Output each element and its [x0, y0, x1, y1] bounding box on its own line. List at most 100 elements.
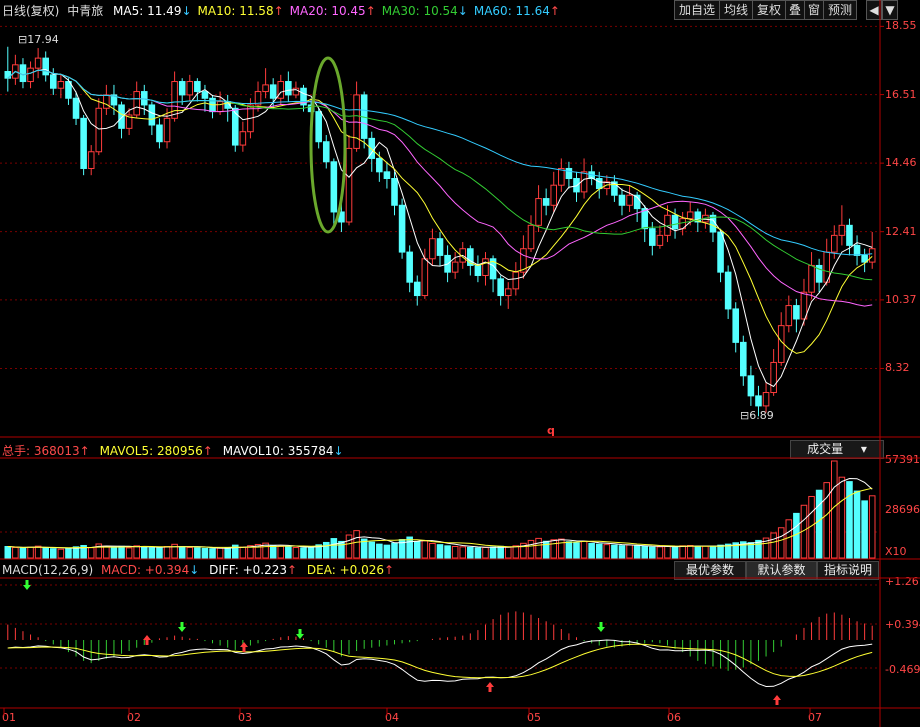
candle-body: [580, 171, 588, 193]
candle-body: [474, 264, 482, 276]
volume-bar: [444, 545, 451, 559]
volume-bar: [497, 545, 504, 559]
volume-bar: [178, 546, 186, 559]
volume-bar: [838, 476, 846, 559]
candle-body: [755, 395, 762, 407]
candle-body: [216, 101, 224, 113]
candle-body: [724, 271, 732, 310]
candle-body: [178, 81, 186, 96]
stock-chart[interactable]: [0, 0, 920, 727]
candle-body: [740, 341, 747, 377]
candle-body: [148, 104, 156, 126]
candle-body: [239, 131, 247, 146]
candle-body: [451, 261, 459, 273]
volume-bar: [224, 547, 231, 559]
volume-bar: [110, 546, 118, 559]
candle-body: [163, 117, 171, 143]
volume-bar: [103, 545, 110, 559]
candle-body: [808, 264, 815, 293]
volume-bar: [823, 482, 831, 559]
volume-bar: [785, 519, 793, 559]
volume-bar: [34, 545, 42, 559]
candle-body: [103, 94, 110, 109]
volume-bar: [436, 544, 444, 559]
volume-ma10-line: [7, 487, 873, 549]
candle-body: [49, 74, 57, 89]
ma5-line: [7, 68, 873, 388]
volume-bar: [535, 537, 542, 559]
candle-body: [429, 238, 436, 260]
volume-bar: [140, 546, 148, 559]
volume-bar: [467, 546, 474, 559]
volume-bar: [285, 546, 292, 559]
volume-bar: [12, 547, 19, 559]
volume-bar: [489, 546, 497, 559]
volume-bar: [413, 541, 421, 559]
candle-body: [391, 178, 398, 206]
sell-signal-icon: [597, 622, 605, 632]
volume-bar: [148, 547, 156, 559]
sell-signal-icon: [23, 580, 31, 590]
candle-body: [482, 258, 489, 276]
volume-bar: [861, 500, 868, 559]
diff-line: [7, 639, 873, 688]
volume-bar: [194, 547, 201, 559]
volume-bar: [633, 545, 641, 559]
volume-ma5-line: [7, 477, 873, 549]
candle-body: [785, 305, 793, 327]
candle-body: [550, 184, 558, 206]
candle-body: [595, 178, 603, 190]
volume-bar: [376, 543, 383, 559]
candle-body: [747, 375, 755, 397]
volume-bar: [125, 547, 133, 559]
sell-signal-icon: [296, 629, 304, 639]
volume-bar: [595, 543, 603, 559]
candle-body: [315, 111, 322, 143]
candle-body: [421, 258, 429, 297]
candle-body: [626, 194, 633, 206]
volume-bar: [770, 532, 777, 559]
candle-body: [398, 204, 406, 253]
volume-bar: [846, 481, 853, 559]
candle-body: [777, 325, 785, 363]
candle-body: [34, 57, 42, 69]
volume-bar: [868, 495, 876, 559]
dea-line: [7, 643, 873, 679]
volume-bar: [87, 547, 95, 559]
candle-body: [345, 147, 353, 223]
candle-body: [201, 91, 209, 99]
candle-body: [762, 392, 770, 407]
candle-body: [512, 271, 520, 290]
candle-body: [793, 305, 800, 320]
volume-bar: [42, 547, 49, 559]
candle-body: [542, 198, 550, 206]
volume-bar: [4, 546, 12, 559]
volume-bar: [649, 546, 656, 559]
volume-bar: [49, 548, 57, 559]
candle-body: [853, 244, 861, 256]
volume-bar: [118, 545, 125, 559]
volume-bar: [777, 527, 785, 559]
candle-body: [118, 104, 125, 129]
candle-body: [671, 214, 679, 230]
candle-body: [156, 124, 163, 143]
volume-bar: [717, 544, 724, 559]
volume-bar: [322, 541, 330, 559]
volume-bar: [656, 546, 664, 559]
candle-body: [535, 198, 542, 226]
volume-bar: [853, 490, 861, 559]
candle-body: [72, 97, 80, 119]
candle-body: [717, 231, 724, 273]
volume-bar: [429, 542, 436, 559]
volume-bar: [580, 540, 588, 559]
buy-signal-icon: [486, 682, 494, 692]
candle-body: [140, 91, 148, 106]
volume-bar: [459, 546, 467, 559]
candle-body: [95, 107, 103, 153]
candle-body: [171, 81, 178, 119]
buy-signal-icon: [773, 695, 781, 705]
volume-bar: [512, 545, 520, 559]
volume-bar: [239, 546, 247, 559]
candle-body: [846, 224, 853, 246]
candle-body: [19, 64, 27, 83]
